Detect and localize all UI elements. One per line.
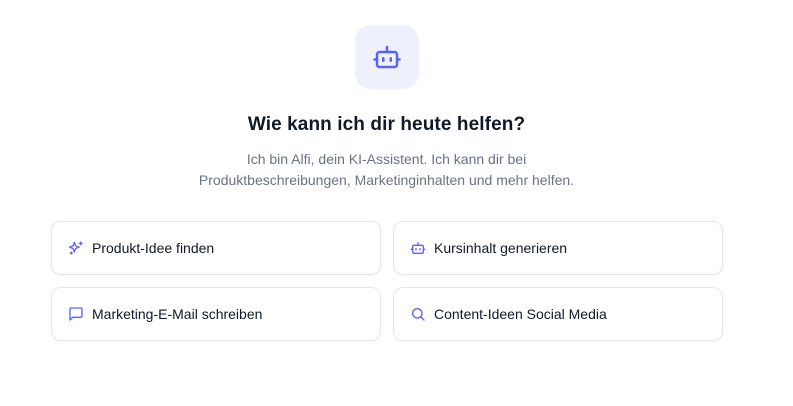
suggestion-label: Kursinhalt generieren (434, 240, 568, 256)
suggestion-marketing-email-button[interactable]: Marketing-E-Mail schreiben (51, 287, 381, 341)
suggestion-label: Content-Ideen Social Media (434, 306, 607, 322)
sparkles-icon (68, 240, 84, 256)
message-icon (68, 306, 84, 322)
suggestion-product-idea-button[interactable]: Produkt-Idee finden (51, 221, 381, 275)
suggestion-social-media-button[interactable]: Content-Ideen Social Media (393, 287, 723, 341)
assistant-welcome-screen: Wie kann ich dir heute helfen? Ich bin A… (0, 0, 793, 406)
welcome-subtitle-line-1: Ich bin Alfi, dein KI-Assistent. Ich kan… (246, 151, 527, 167)
suggestion-label: Produkt-Idee finden (92, 240, 215, 256)
suggestion-course-content-button[interactable]: Kursinhalt generieren (393, 221, 723, 275)
welcome-subtitle-line-2: Produktbeschreibungen, Marketinginhalten… (198, 172, 575, 188)
assistant-logo (355, 25, 419, 89)
welcome-subtitle: Ich bin Alfi, dein KI-Assistent. Ich kan… (0, 149, 773, 191)
suggestion-label: Marketing-E-Mail schreiben (92, 306, 263, 322)
robot-icon (410, 240, 426, 256)
welcome-title: Wie kann ich dir heute helfen? (247, 114, 526, 135)
search-icon (410, 306, 426, 322)
robot-icon (373, 45, 401, 69)
